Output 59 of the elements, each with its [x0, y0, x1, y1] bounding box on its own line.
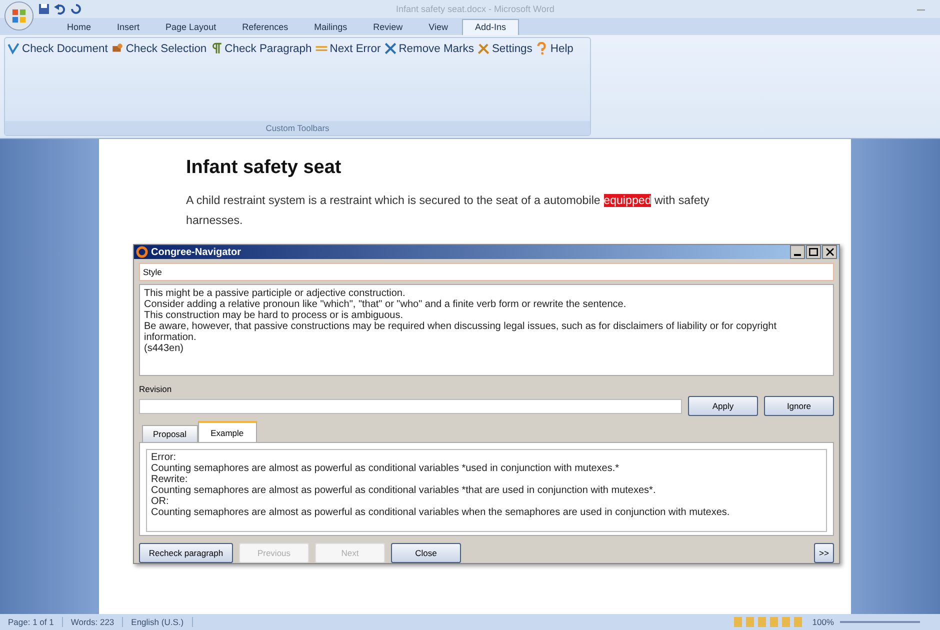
check-icon — [7, 42, 20, 55]
example-line: Error: — [151, 452, 177, 463]
example-line: Counting semaphores are almost as powerful as conditional variables when the semaphores are used in conjunction with mutexes. — [151, 507, 731, 518]
message-line: (s443en) — [144, 343, 184, 354]
status-item: Page: 1 of 1 — [0, 617, 63, 627]
message-line: Consider adding a relative pronoun like "which", "that" or "who" and a finite verb form or rewrite the sentence. — [144, 299, 628, 310]
undo-icon[interactable] — [54, 3, 66, 15]
pilcrow-icon — [210, 42, 223, 55]
dialog-button[interactable]: Recheck paragraph — [139, 543, 233, 563]
toolbar-button[interactable]: Next Error — [314, 42, 381, 55]
toolbar-button[interactable]: Check Document — [7, 42, 108, 55]
ribbon-tab[interactable]: References — [230, 20, 300, 35]
document-heading: Infant safety seat — [186, 157, 342, 179]
ribbon-tab[interactable]: Mailings — [302, 20, 360, 35]
message-line: This might be a passive participle or adjective construction. — [144, 288, 406, 299]
message-line: This construction may be hard to process or is ambiguous. — [144, 310, 404, 321]
example-line: Counting semaphores are almost as powerful as conditional variables *used in conjunction with mutexes.* — [151, 463, 620, 474]
redo-icon[interactable] — [70, 3, 82, 15]
window-title: Infant safety seat.docx - Microsoft Word — [396, 4, 556, 14]
revision-label: Revision — [139, 384, 173, 394]
toolbar-button[interactable]: Remove Marks — [384, 42, 474, 55]
message-line: Be aware, however, that passive constructions may be required when discussing legal issues, such as for disclaimers of liability or for copyright information. — [144, 321, 778, 343]
example-line: Rewrite: — [151, 474, 189, 485]
dialog-button[interactable]: Close — [391, 543, 461, 563]
expand-button[interactable]: >> — [814, 543, 834, 563]
cross-icon — [384, 42, 397, 55]
help-icon — [535, 42, 548, 55]
toolbar-button[interactable]: Check Selection — [110, 42, 207, 55]
group-label: Custom Toolbars — [5, 121, 590, 135]
ribbon-tab[interactable]: Insert — [105, 20, 152, 35]
minimize-icon — [794, 254, 801, 256]
close-button[interactable] — [822, 245, 837, 259]
save-icon[interactable] — [38, 3, 50, 15]
ribbon-tab[interactable]: Add-Ins — [462, 19, 520, 35]
ribbon-tab[interactable]: Review — [361, 20, 415, 35]
ribbon-tab[interactable]: Home — [55, 20, 104, 35]
category-field: Style — [139, 263, 834, 281]
dialog-button[interactable]: Ignore — [764, 396, 834, 416]
zoom-level[interactable]: 100% — [812, 617, 834, 627]
toolbar-button[interactable]: Settings — [476, 42, 532, 55]
document-paragraph: A child restraint system is a restraint which is secured to the seat of a automobile equipped with safety harnesses. — [186, 193, 710, 229]
maximize-button[interactable] — [806, 245, 821, 259]
toolbar-button[interactable]: Help — [535, 42, 574, 55]
dialog-tab[interactable]: Example — [198, 421, 257, 442]
dialog-title: Congree-Navigator — [151, 246, 242, 258]
maximize-icon — [809, 248, 818, 256]
ring-icon — [136, 246, 148, 258]
minimize-button[interactable] — [790, 245, 805, 259]
example-line: OR: — [151, 496, 170, 507]
status-item: English (U.S.) — [123, 617, 193, 627]
revision-field[interactable] — [139, 398, 682, 414]
example-line: Counting semaphores are almost as powerful as conditional variables *that are used in conjunction with mutexes*. — [151, 485, 657, 496]
close-icon — [826, 248, 834, 256]
ribbon-tab[interactable]: Page Layout — [154, 20, 228, 35]
status-item: Words: 223 — [62, 617, 124, 627]
toolbar-button[interactable]: Check Paragraph — [210, 42, 312, 55]
dialog-button[interactable]: Apply — [688, 396, 758, 416]
dialog-tab[interactable]: Proposal — [142, 425, 198, 442]
ribbon-tab[interactable]: View — [416, 20, 460, 35]
